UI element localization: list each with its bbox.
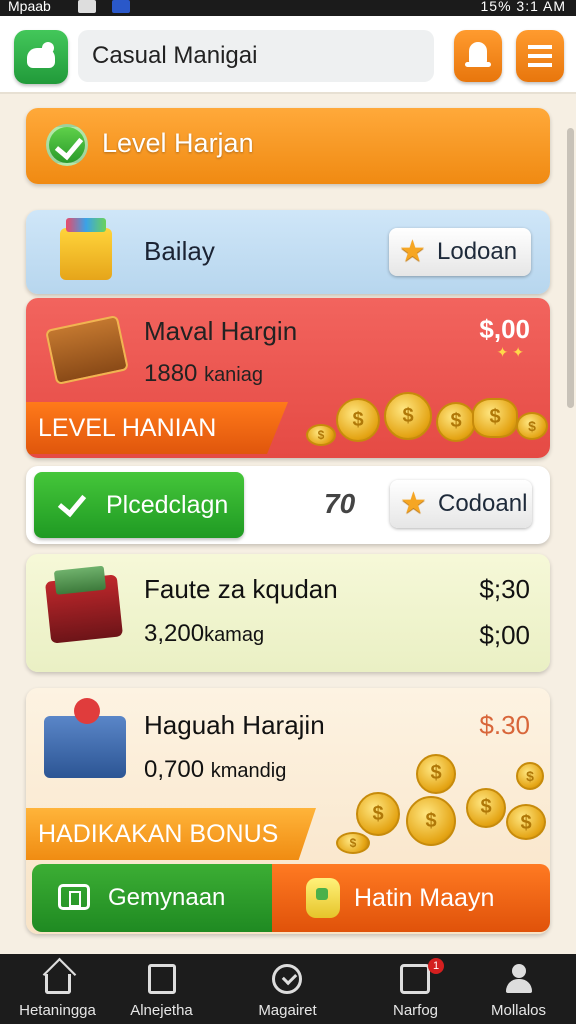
character-icon [306,878,340,918]
status-right-text: 15% 3:1 AM [480,0,566,14]
nav-item-clock[interactable]: Magairet [230,954,345,1024]
fauto-card: Faute za kqudan 3,200kamag $;30 $;00 [26,554,550,672]
star-icon: ★ [400,487,427,520]
gift-box-icon [60,218,112,280]
haguah-count: 0,700 kmandig [144,756,286,784]
maval-name: Maval Hargin [144,316,298,346]
notification-badge: 1 [428,958,444,974]
bailay-load-button[interactable]: ★ Lodoan [389,228,531,276]
pledge-button-label: Plcedclagn [106,491,229,519]
bailay-card: Bailay ★ Lodoan [26,210,550,294]
money-box-icon [44,574,124,644]
coin-pile-icon: $ $ $ $ $ $ [296,384,550,458]
check-icon [52,484,94,526]
home-icon [45,974,71,994]
profile-icon [503,964,535,994]
notification-icon [78,0,96,13]
nav-item-documents[interactable]: Alnejetha [104,954,219,1024]
fauto-price-top: $;30 [479,574,530,604]
check-icon [46,124,88,166]
menu-icon[interactable] [516,30,564,82]
app-notification-icon [112,0,130,13]
nav-item-label: Magairet [258,1002,317,1019]
maval-count: 1880 kaniag [144,360,263,388]
treasure-chest-icon [44,314,130,386]
fauto-price-bottom: $;00 [479,620,530,650]
ticket-icon [58,884,90,910]
coin-pile-icon: $ $ $ $ $ $ $ [316,748,550,858]
haguah-count-unit: kmandig [210,760,287,782]
haguah-count-value: 0,700 [144,756,205,783]
gemynaan-button-label: Gemynaan [108,884,226,911]
level-card-label: Level Harjan [102,128,254,158]
nav-item-label: Narfog [392,1002,439,1019]
inbox-icon [400,964,430,994]
pledge-star-button-label: Codoanl [438,490,528,517]
fauto-count-value: 3,200 [144,620,205,647]
status-bar: Mpaab 15% 3:1 AM [0,0,576,16]
bell-icon[interactable] [454,30,502,82]
app-header: Casual Manigai [0,16,576,94]
clock-icon [272,964,302,994]
pledge-star-button[interactable]: ★ Codoanl [390,480,532,528]
bottom-navigation: Hetaningga Alnejetha Magairet 1 Narfog M… [0,954,576,1024]
haguah-ribbon: HADIKAKAN BONUS [26,808,316,860]
action-buttons: Gemynaan Hatin Maayn [32,864,550,934]
gemynaan-button[interactable]: Gemynaan [32,864,276,932]
bailay-load-button-label: Lodoan [437,238,518,265]
app-title[interactable]: Casual Manigai [78,30,434,82]
fauto-count-unit: kamag [204,624,265,646]
nav-item-profile[interactable]: Mollalos [461,954,576,1024]
maval-count-unit: kaniag [204,364,263,386]
nav-item-home[interactable]: Hetaningga [0,954,115,1024]
fauto-count: 3,200kamag [144,620,264,648]
star-icon: ★ [399,235,426,268]
maval-ribbon: LEVEL HANIAN [26,402,288,454]
maval-count-value: 1880 [144,360,198,387]
level-card[interactable]: Level Harjan [26,108,550,184]
app-logo-icon[interactable] [14,30,68,84]
sparkle-icon: ✦ ✦ [496,344,524,360]
pledge-card: Plcedclagn 70 ★ Codoanl [26,466,550,544]
nav-item-label: Hetaningga [19,1002,96,1019]
scrollbar[interactable] [567,128,574,408]
maval-price: $,00 [479,314,530,344]
gift-icon [44,698,126,778]
hatin-maayn-button[interactable]: Hatin Maayn [272,864,550,932]
status-left-text: Mpaab [8,0,51,14]
nav-item-label: Alnejetha [130,1002,193,1019]
haguah-price: $.30 [479,710,530,740]
haguah-name: Haguah Harajin [144,710,325,740]
bailay-name: Bailay [144,236,215,266]
hatin-maayn-button-label: Hatin Maayn [354,884,495,912]
nav-item-label: Mollalos [490,1002,547,1019]
fauto-name: Faute za kqudan [144,574,338,604]
nav-item-inbox[interactable]: 1 Narfog [358,954,473,1024]
maval-card: Maval Hargin 1880 kaniag $,00 ✦ ✦ LEVEL … [26,298,550,458]
pledge-number: 70 [324,488,356,519]
pledge-button[interactable]: Plcedclagn [34,472,244,538]
document-icon [148,964,176,994]
